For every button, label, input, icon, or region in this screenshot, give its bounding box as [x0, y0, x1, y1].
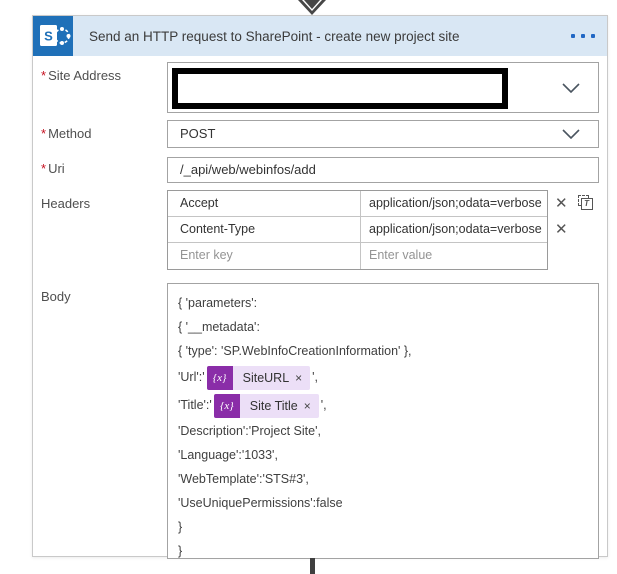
method-label: *Method: [33, 120, 167, 141]
body-line: { '__metadata':: [178, 315, 588, 339]
delete-header-row-icon[interactable]: ✕: [555, 216, 593, 242]
redacted-site-address-value: [172, 68, 508, 109]
body-line: }: [178, 515, 588, 539]
header-value-input[interactable]: application/json;odata=verbose: [361, 191, 547, 216]
body-row: Body { 'parameters': { '__metadata': { '…: [33, 283, 607, 559]
site-address-row: *Site Address: [33, 62, 607, 113]
chevron-down-icon[interactable]: [562, 83, 580, 93]
header-row-empty: [168, 243, 547, 269]
uri-row: *Uri /_api/web/webinfos/add: [33, 155, 607, 183]
action-card-http-request-sharepoint: S Send an HTTP request to SharePoint - c…: [32, 15, 608, 557]
site-address-label: *Site Address: [33, 62, 167, 83]
site-address-dropdown[interactable]: [167, 62, 599, 113]
connector-stem: [310, 558, 315, 574]
connector-arrow-down-icon: [297, 0, 327, 15]
more-options-icon[interactable]: [565, 34, 607, 38]
action-card-header[interactable]: S Send an HTTP request to SharePoint - c…: [33, 16, 607, 56]
headers-table: Accept application/json;odata=verbose Co…: [167, 190, 548, 270]
dynamic-token-site-title[interactable]: {x}Site Title×: [214, 394, 319, 418]
uri-input[interactable]: /_api/web/webinfos/add: [167, 157, 599, 183]
required-asterisk: *: [41, 161, 46, 176]
body-line: 'Language':'1033',: [178, 443, 588, 467]
header-key-input[interactable]: Accept: [168, 191, 361, 216]
body-line: }: [178, 539, 588, 563]
body-line: 'Url':'{x}SiteURL×',: [178, 363, 588, 391]
flow-designer-canvas: S Send an HTTP request to SharePoint - c…: [0, 0, 617, 574]
headers-label: Headers: [33, 190, 167, 211]
method-row: *Method POST: [33, 120, 607, 148]
body-label: Body: [33, 283, 167, 304]
switch-headers-text-mode-icon[interactable]: T: [578, 195, 593, 210]
required-asterisk: *: [41, 68, 46, 83]
header-row-content-type: Content-Type application/json;odata=verb…: [168, 217, 547, 243]
body-line: 'Description':'Project Site',: [178, 419, 588, 443]
remove-token-icon[interactable]: ×: [304, 392, 319, 420]
chevron-down-icon[interactable]: [562, 129, 580, 139]
expression-fx-icon: {x}: [214, 394, 240, 418]
header-value-input[interactable]: [369, 243, 547, 267]
action-title[interactable]: Send an HTTP request to SharePoint - cre…: [73, 29, 565, 44]
uri-label: *Uri: [33, 155, 167, 176]
expression-fx-icon: {x}: [207, 366, 233, 390]
dynamic-token-siteurl[interactable]: {x}SiteURL×: [207, 366, 311, 390]
remove-token-icon[interactable]: ×: [295, 364, 310, 392]
body-line: { 'type': 'SP.WebInfoCreationInformation…: [178, 339, 588, 363]
sharepoint-icon: S: [33, 16, 73, 56]
action-card-body: *Site Address *Method: [33, 56, 607, 559]
svg-text:S: S: [44, 29, 53, 44]
header-key-input[interactable]: Content-Type: [168, 217, 361, 242]
method-dropdown[interactable]: POST: [167, 120, 599, 148]
body-line: 'WebTemplate':'STS#3',: [178, 467, 588, 491]
required-asterisk: *: [41, 126, 46, 141]
header-value-input[interactable]: application/json;odata=verbose: [361, 217, 547, 242]
header-row-accept: Accept application/json;odata=verbose: [168, 191, 547, 217]
header-key-input[interactable]: [180, 243, 360, 267]
body-input[interactable]: { 'parameters': { '__metadata': { 'type'…: [167, 283, 599, 559]
body-line: 'UseUniquePermissions':false: [178, 491, 588, 515]
delete-header-row-icon[interactable]: ✕: [555, 190, 568, 216]
headers-row: Headers Accept application/json;odata=ve…: [33, 190, 607, 270]
method-selected-value: POST: [180, 126, 215, 141]
body-line: { 'parameters':: [178, 291, 588, 315]
body-line: 'Title':'{x}Site Title×',: [178, 391, 588, 419]
